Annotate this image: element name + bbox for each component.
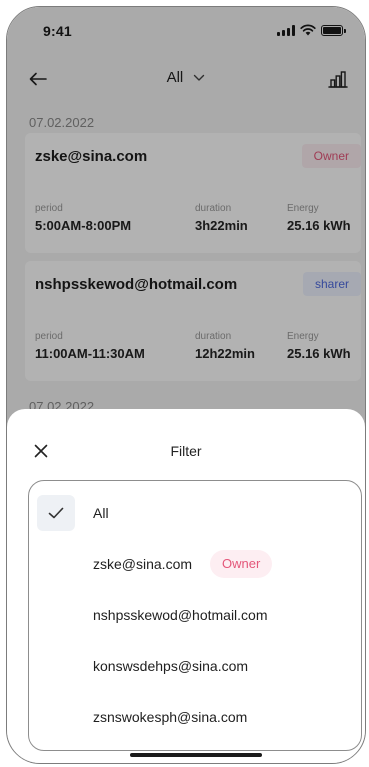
home-indicator	[130, 753, 262, 757]
owner-tag: Owner	[210, 550, 273, 578]
option-label: zsnswokesph@sina.com	[93, 709, 248, 725]
filter-option-all[interactable]: All	[29, 489, 361, 537]
filter-option-user[interactable]: nshpsskewod@hotmail.com	[29, 591, 361, 639]
option-label: nshpsskewod@hotmail.com	[93, 607, 268, 623]
filter-option-user[interactable]: konswsdehps@sina.com	[29, 642, 361, 690]
filter-option-user[interactable]: zske@sina.com Owner	[29, 540, 361, 588]
filter-title: Filter	[170, 443, 202, 459]
phone-screen: 9:41 All 07.02.2022 zske@sina.com Owner …	[6, 6, 366, 764]
option-label: zske@sina.com	[93, 556, 193, 572]
option-label: konswsdehps@sina.com	[93, 658, 249, 674]
filter-sheet: Filter All zske@sina.com Owner nshpsskew…	[7, 409, 365, 763]
filter-options: All zske@sina.com Owner nshpsskewod@hotm…	[28, 480, 362, 751]
check-icon	[48, 507, 64, 519]
selected-indicator	[37, 495, 75, 531]
option-label: All	[93, 505, 109, 521]
filter-option-user[interactable]: zsnswokesph@sina.com	[29, 693, 361, 741]
